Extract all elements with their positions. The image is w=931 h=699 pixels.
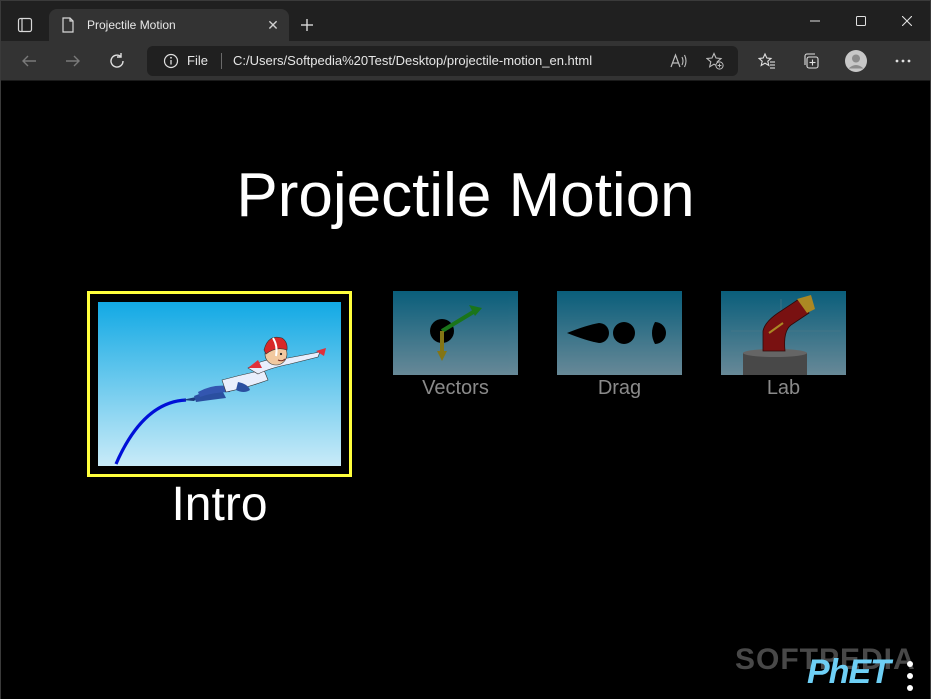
sim-title: Projectile Motion: [236, 161, 695, 230]
forward-button[interactable]: [59, 47, 87, 75]
page-icon: [61, 17, 77, 33]
address-bar[interactable]: File C:/Users/Softpedia%20Test/Desktop/p…: [147, 46, 738, 76]
refresh-button[interactable]: [103, 47, 131, 75]
close-window-button[interactable]: [884, 1, 930, 41]
screen-label-intro[interactable]: Intro: [87, 477, 352, 533]
collections-button[interactable]: [797, 47, 825, 75]
close-icon: [902, 16, 912, 26]
refresh-icon: [110, 53, 124, 68]
drag-thumbnail[interactable]: [557, 291, 682, 375]
lab-thumbnail[interactable]: [721, 291, 846, 375]
favorites-icon: [758, 52, 775, 69]
avatar-icon: [845, 50, 867, 72]
human-cannonball-icon: [182, 336, 326, 402]
scheme-label: File: [187, 53, 208, 68]
more-menu-button[interactable]: [889, 47, 917, 75]
tab-title: Projectile Motion: [87, 18, 176, 32]
new-tab-button[interactable]: [295, 13, 319, 37]
screen-label-lab[interactable]: Lab: [721, 377, 846, 400]
collections-icon: [804, 53, 819, 69]
phet-menu-icon[interactable]: [905, 661, 915, 691]
window-controls: [792, 1, 930, 41]
plus-icon: [301, 19, 313, 31]
back-button[interactable]: [15, 47, 43, 75]
add-favorite-icon[interactable]: [705, 51, 725, 71]
back-arrow-icon: [22, 55, 36, 67]
maximize-icon: [856, 16, 866, 26]
favorites-button[interactable]: [753, 47, 781, 75]
tab-actions-icon[interactable]: [11, 11, 39, 39]
screen-label-vectors[interactable]: Vectors: [393, 377, 518, 400]
maximize-button[interactable]: [838, 1, 884, 41]
tab-bar: Projectile Motion ✕: [1, 1, 930, 41]
address-divider: [221, 53, 222, 69]
browser-window: Projectile Motion ✕ File C:/Users/Softpe…: [0, 0, 931, 699]
url-text[interactable]: C:/Users/Softpedia%20Test/Desktop/projec…: [233, 53, 592, 68]
screen-label-drag[interactable]: Drag: [557, 377, 682, 400]
navigation-bar: File C:/Users/Softpedia%20Test/Desktop/p…: [1, 41, 930, 81]
forward-arrow-icon: [66, 55, 80, 67]
minimize-button[interactable]: [792, 1, 838, 41]
tab-projectile-motion[interactable]: Projectile Motion ✕: [49, 9, 289, 41]
read-aloud-icon[interactable]: [669, 51, 689, 71]
profile-button[interactable]: [842, 47, 870, 75]
close-icon[interactable]: ✕: [261, 13, 285, 37]
intro-selected-frame[interactable]: [87, 291, 352, 477]
more-icon: [895, 59, 911, 63]
page-content: Projectile Motion Intro Vectors Drag Lab…: [1, 81, 930, 699]
intro-thumbnail: [98, 302, 341, 466]
phet-logo[interactable]: PhET: [807, 653, 891, 692]
minimize-icon: [810, 20, 820, 22]
info-icon[interactable]: [163, 53, 179, 69]
vectors-thumbnail[interactable]: [393, 291, 518, 375]
